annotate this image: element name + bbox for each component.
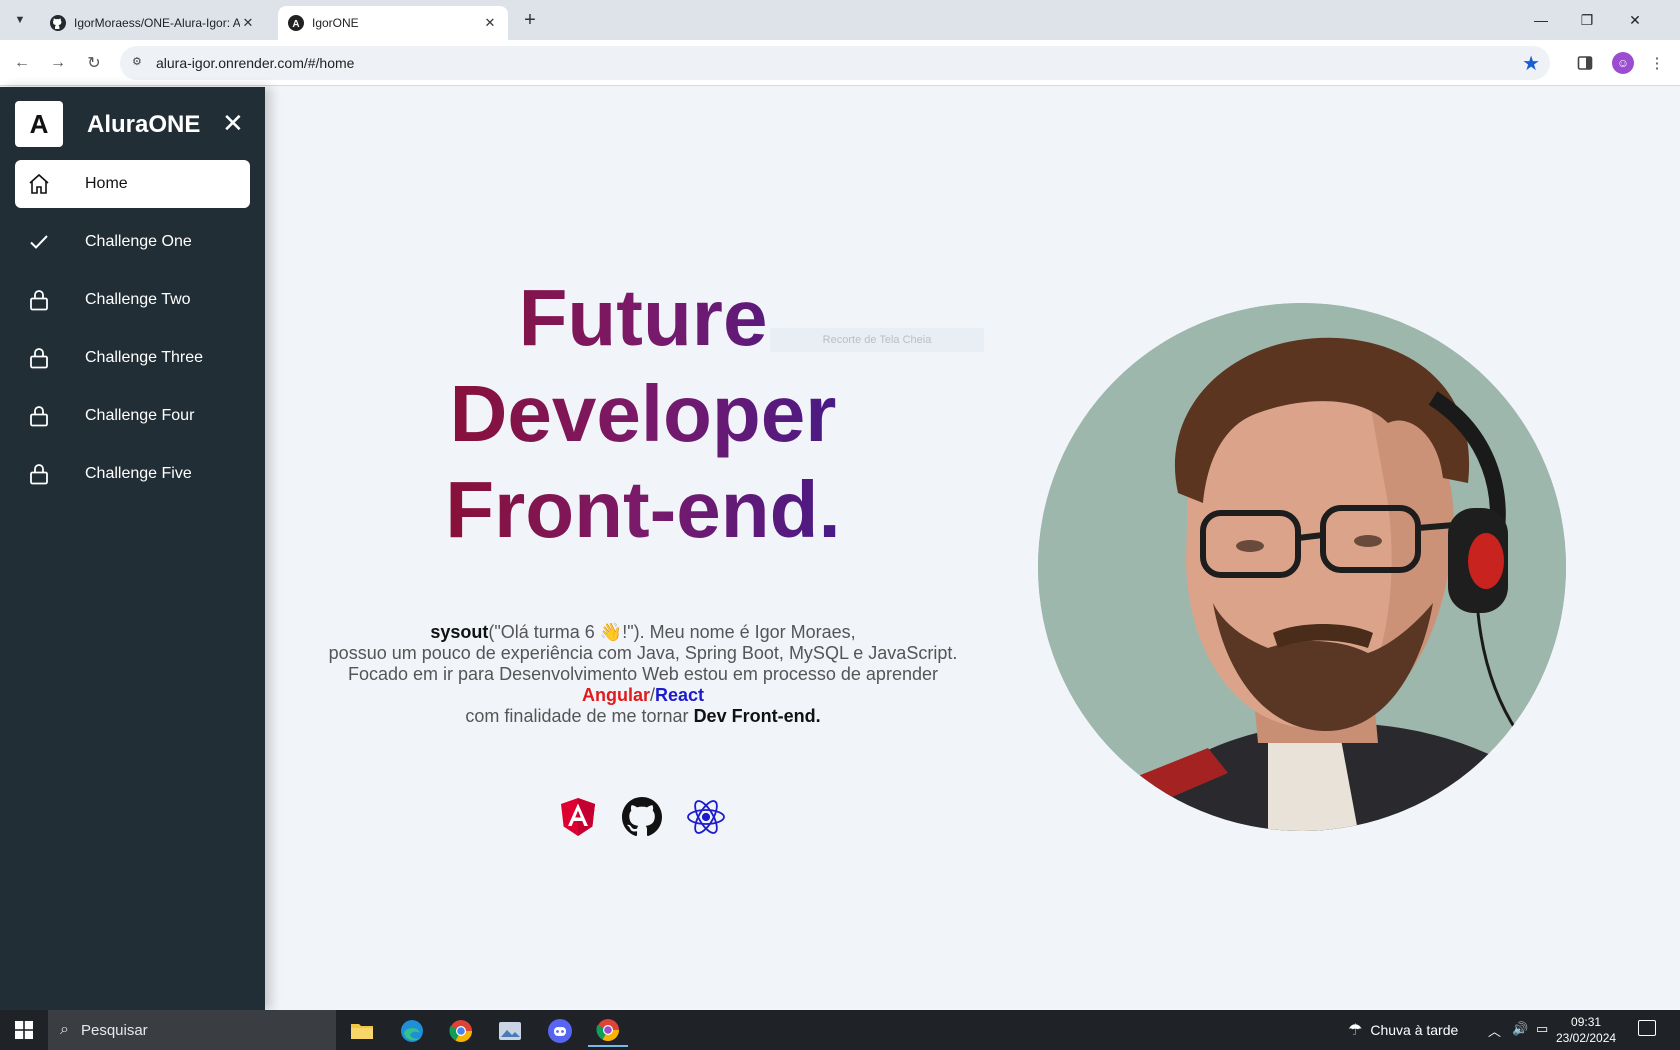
sidebar-item-label: Challenge Four [85, 407, 195, 424]
check-icon [13, 230, 65, 254]
clock-date: 23/02/2024 [1556, 1031, 1617, 1045]
clock-time: 09:31 [1571, 1015, 1602, 1029]
taskbar-search[interactable]: ⌕ Pesquisar [48, 1010, 336, 1050]
sidebar-item-home[interactable]: Home [15, 160, 250, 208]
bio-line-1: sysout("Olá turma 6 👋!"). Meu nome é Igo… [310, 622, 976, 643]
tab-igorone[interactable]: A IgorONE ✕ [278, 6, 508, 40]
photos-app-icon[interactable] [490, 1015, 530, 1047]
chrome-profile-icon[interactable] [588, 1015, 628, 1047]
tab-search-button[interactable]: ▼ [8, 8, 32, 32]
hero-line-3: Front-end. [400, 462, 886, 558]
menu-kebab-icon[interactable]: ⋮ [1646, 52, 1668, 74]
search-icon: ⌕ [60, 1021, 69, 1038]
back-icon[interactable]: ← [10, 51, 34, 75]
lock-icon [13, 404, 65, 428]
weather-widget[interactable]: ☂ Chuva à tarde [1348, 1020, 1458, 1040]
windows-taskbar: ⌕ Pesquisar ☂ Chuva à tarde ︿ 🔊 ▭ 09:31 … [0, 1010, 1680, 1050]
bookmark-star-icon[interactable]: ★ [1522, 51, 1540, 76]
windows-start-icon[interactable] [0, 1010, 48, 1050]
taskbar-clock[interactable]: 09:31 23/02/2024 [1556, 1014, 1616, 1046]
profile-portrait [1038, 303, 1566, 831]
tab-github[interactable]: IgorMoraess/ONE-Alura-Igor: A ✕ [40, 6, 266, 40]
bio-line-5: com finalidade de me tornar Dev Front-en… [310, 706, 976, 727]
sidebar-item-challenge-five[interactable]: Challenge Five [15, 450, 250, 498]
minimize-icon[interactable]: — [1518, 6, 1564, 34]
file-explorer-icon[interactable] [342, 1015, 382, 1047]
bio-line-4: Angular/React [310, 685, 976, 706]
profile-avatar-icon[interactable]: ☺ [1612, 52, 1634, 74]
brand-logo: A [15, 101, 63, 147]
sidebar-item-challenge-two[interactable]: Challenge Two [15, 276, 250, 324]
weather-text: Chuva à tarde [1370, 1022, 1459, 1038]
tab-close-icon[interactable]: ✕ [240, 15, 256, 31]
angular-icon[interactable] [557, 796, 599, 838]
sidebar-item-label: Challenge Two [85, 291, 191, 308]
bio-greeting: ("Olá turma 6 👋!"). Meu nome é Igor Mora… [488, 622, 856, 642]
bio-line-2: possuo um pouco de experiência com Java,… [328, 643, 958, 663]
sidebar-item-label: Challenge Three [85, 349, 204, 366]
site-info-icon[interactable]: ⚙ [132, 55, 148, 71]
notification-icon[interactable] [1638, 1020, 1656, 1036]
sidebar: A AluraONE ✕ Home Challenge One Challeng… [0, 87, 265, 1010]
sidebar-item-label: Challenge Five [85, 465, 192, 482]
lock-icon [13, 462, 65, 486]
lock-icon [13, 288, 65, 312]
react-icon[interactable] [685, 796, 727, 838]
snipping-tool-hint: Recorte de Tela Cheia [770, 328, 984, 352]
discord-icon[interactable] [540, 1015, 580, 1047]
bio-text: sysout("Olá turma 6 👋!"). Meu nome é Igo… [310, 622, 976, 727]
sidebar-item-challenge-three[interactable]: Challenge Three [15, 334, 250, 382]
network-icon[interactable]: ▭ [1536, 1021, 1548, 1037]
close-sidebar-icon[interactable]: ✕ [222, 110, 244, 136]
hero-line-2: Developer [400, 366, 886, 462]
chrome-icon[interactable] [441, 1015, 481, 1047]
github-icon[interactable] [621, 796, 663, 838]
github-favicon-icon [50, 15, 66, 31]
forward-icon[interactable]: → [46, 51, 70, 75]
address-bar[interactable]: ⚙ alura-igor.onrender.com/#/home ★ [120, 46, 1550, 80]
lock-icon [13, 346, 65, 370]
window-close-icon[interactable]: ✕ [1612, 6, 1658, 34]
angular-favicon-icon: A [288, 15, 304, 31]
sidebar-item-challenge-four[interactable]: Challenge Four [15, 392, 250, 440]
reload-icon[interactable]: ↻ [82, 51, 106, 75]
side-panel-icon[interactable] [1574, 52, 1596, 74]
svg-text:A: A [292, 19, 299, 30]
chevron-up-icon[interactable]: ︿ [1488, 1021, 1501, 1040]
bio-line-5-prefix: com finalidade de me tornar [465, 706, 689, 726]
edge-icon[interactable] [392, 1015, 432, 1047]
new-tab-button[interactable]: + [518, 8, 542, 32]
dev-frontend-text: Dev Front-end. [693, 706, 821, 726]
sysout-keyword: sysout [430, 622, 489, 642]
sidebar-item-challenge-one[interactable]: Challenge One [15, 218, 250, 266]
search-placeholder: Pesquisar [80, 1021, 148, 1039]
browser-tab-bar: ▼ IgorMoraess/ONE-Alura-Igor: A ✕ A Igor… [0, 0, 1680, 40]
tab-title: IgorMoraess/ONE-Alura-Igor: A [74, 16, 240, 30]
home-icon [13, 172, 65, 196]
tab-title: IgorONE [312, 16, 359, 30]
angular-text: Angular [581, 685, 650, 705]
restore-icon[interactable]: ❐ [1564, 6, 1610, 34]
umbrella-icon: ☂ [1348, 1022, 1363, 1039]
sidebar-item-label: Home [85, 175, 128, 192]
brand-name: AluraONE [87, 111, 201, 138]
browser-toolbar: ← → ↻ ⚙ alura-igor.onrender.com/#/home ★… [0, 40, 1680, 86]
volume-icon[interactable]: 🔊 [1512, 1021, 1528, 1037]
react-text: React [655, 685, 705, 705]
sidebar-item-label: Challenge One [85, 233, 192, 250]
bio-line-3: Focado em ir para Desenvolvimento Web es… [348, 664, 938, 684]
tab-close-icon[interactable]: ✕ [482, 15, 498, 31]
url-text[interactable]: alura-igor.onrender.com/#/home [156, 55, 354, 71]
hero-title: Future Developer Front-end. [400, 270, 886, 558]
